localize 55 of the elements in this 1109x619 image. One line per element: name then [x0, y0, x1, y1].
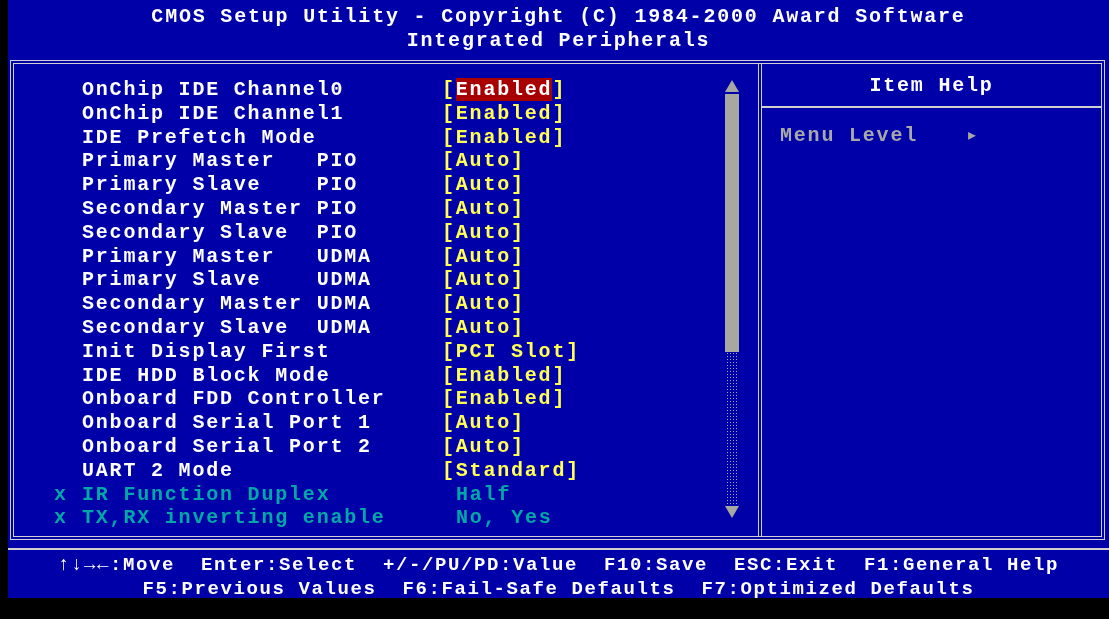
- setting-value[interactable]: [Auto]: [442, 315, 525, 340]
- scrollbar-thumb[interactable]: [725, 94, 739, 352]
- setting-value[interactable]: [Enabled]: [442, 125, 567, 150]
- setting-value[interactable]: [Auto]: [442, 411, 525, 435]
- setting-label: Secondary Master PIO: [82, 197, 360, 221]
- setting-label: TX,RX inverting enable: [82, 506, 387, 531]
- setting-label: Secondary Slave UDMA: [82, 315, 373, 340]
- key-hint: F10:Save: [604, 554, 709, 578]
- setting-label: IR Function Duplex: [82, 482, 332, 507]
- key-hint: ESC:Exit: [734, 554, 839, 578]
- setting-value[interactable]: [Auto]: [442, 292, 525, 316]
- setting-label: Primary Slave PIO: [82, 173, 360, 197]
- setting-value[interactable]: [PCI Slot]: [442, 339, 581, 364]
- window-title: CMOS Setup Utility - Copyright (C) 1984-2000 Award Software: [150, 5, 967, 29]
- setting-label: Onboard Serial Port 2: [82, 434, 373, 459]
- setting-value[interactable]: [Enabled]: [442, 387, 567, 412]
- scroll-up-icon[interactable]: [725, 80, 739, 92]
- setting-value[interactable]: [Auto]: [442, 197, 525, 221]
- setting-value[interactable]: [Auto]: [442, 220, 525, 245]
- setting-label: Init Display First: [82, 339, 332, 364]
- key-hint: F6:Fail-Safe Defaults: [402, 577, 676, 602]
- setting-value: No, Yes: [455, 506, 553, 531]
- setting-value[interactable]: [Auto]: [442, 434, 525, 459]
- key-hint: F7:Optimized Defaults: [701, 577, 975, 602]
- setting-label: IDE Prefetch Mode: [82, 125, 318, 150]
- setting-label: Onboard Serial Port 1: [82, 411, 373, 435]
- disabled-marker: x: [54, 482, 69, 507]
- setting-label: OnChip IDE Channel1: [82, 101, 346, 126]
- key-hint: +/-/PU/PD:Value: [383, 554, 578, 578]
- setting-label: Secondary Master UDMA: [82, 292, 373, 316]
- setting-label: Onboard FDD Controller: [82, 387, 387, 412]
- setting-value[interactable]: [Enabled]: [442, 363, 567, 388]
- setting-label: Primary Master UDMA: [82, 244, 373, 269]
- setting-value[interactable]: [Auto]: [442, 244, 525, 269]
- page-title: Integrated Peripherals: [405, 28, 712, 53]
- setting-label: Primary Slave UDMA: [82, 268, 373, 293]
- setting-label: IDE HDD Block Mode: [82, 363, 332, 388]
- key-hint: F5:Previous Values: [142, 577, 377, 602]
- help-title: Item Help: [869, 74, 994, 97]
- key-hint: ↑↓→←:Move: [57, 554, 175, 578]
- setting-label: Secondary Slave PIO: [82, 220, 360, 245]
- setting-value[interactable]: [Standard]: [442, 458, 581, 483]
- setting-value[interactable]: [Auto]: [442, 173, 525, 197]
- disabled-marker: x: [54, 506, 69, 531]
- setting-value[interactable]: [Auto]: [442, 149, 525, 174]
- setting-label: OnChip IDE Channel0: [82, 78, 346, 102]
- key-hint: F1:General Help: [864, 554, 1060, 578]
- setting-label: UART 2 Mode: [82, 458, 235, 483]
- setting-value[interactable]: [Enabled]: [442, 101, 567, 126]
- setting-value[interactable]: [Auto]: [442, 268, 525, 293]
- menu-level-arrow: ▸: [966, 124, 980, 148]
- setting-label: Primary Master PIO: [82, 149, 360, 174]
- setting-value: Half: [455, 482, 512, 507]
- menu-level-label: Menu Level: [780, 124, 919, 148]
- key-hint: Enter:Select: [200, 554, 357, 578]
